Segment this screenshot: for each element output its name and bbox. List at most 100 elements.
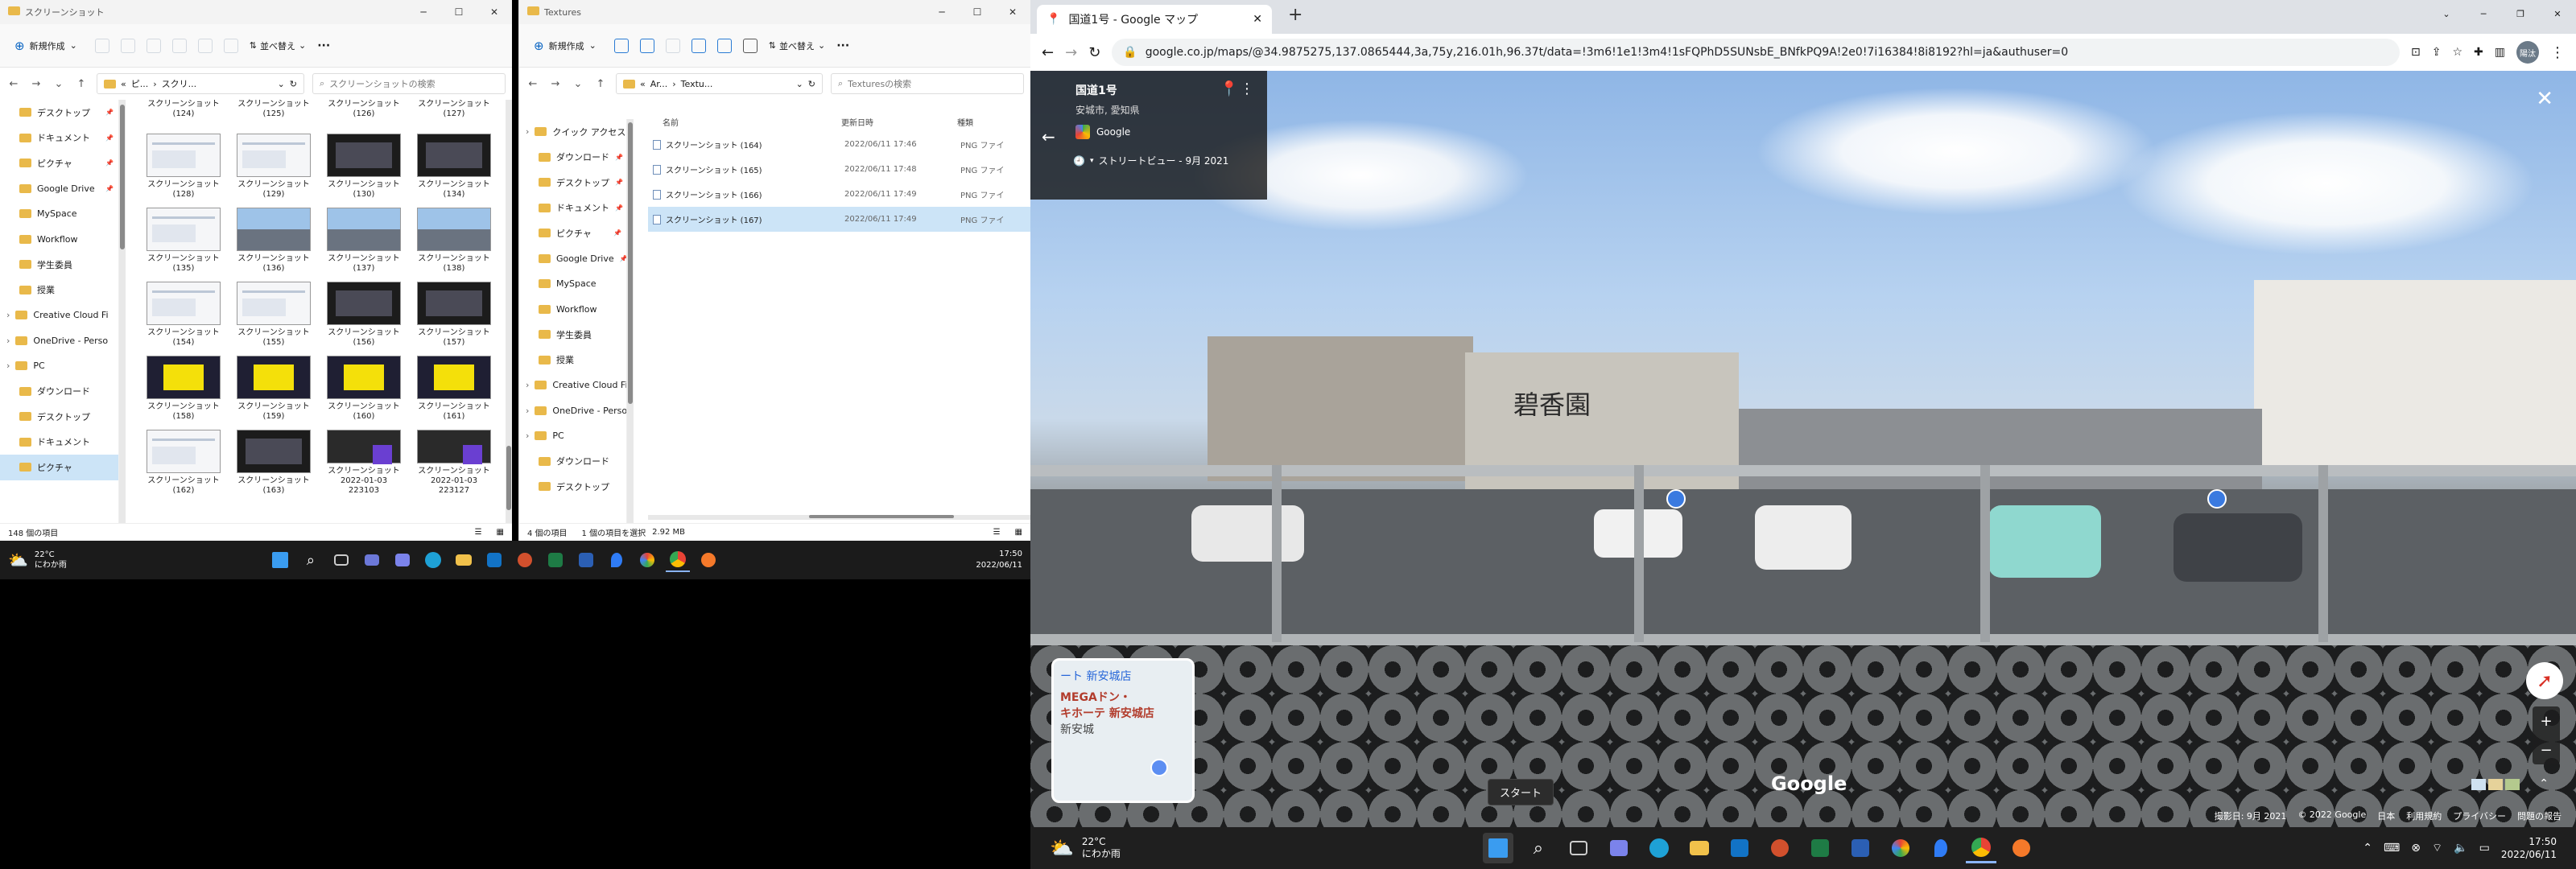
file-thumbnail-item[interactable]: スクリーンショット (134): [409, 129, 499, 200]
sidebar-item[interactable]: デスクトップ: [519, 474, 626, 500]
rename-icon[interactable]: [171, 38, 187, 53]
word-icon[interactable]: [574, 548, 598, 572]
teams-chat-icon[interactable]: [1604, 833, 1634, 863]
chevron-up-icon[interactable]: ⌃: [2363, 842, 2372, 855]
expand-chevron-icon[interactable]: ›: [526, 126, 529, 137]
street-view[interactable]: 碧香園 ← 国道1号 安城市, 愛知県 Google 🕘 ▾ ストリートビュー -…: [1030, 71, 2576, 827]
sidebar-item[interactable]: ピクチャ 📌: [0, 150, 118, 176]
sidebar-item[interactable]: ピクチャ 📌: [519, 220, 626, 246]
sidebar-item[interactable]: ドキュメント 📌: [0, 126, 118, 151]
side-panel-icon[interactable]: ▥: [2495, 46, 2505, 59]
compass-button[interactable]: ➚: [2526, 662, 2563, 699]
refresh-icon[interactable]: ↻: [808, 79, 815, 89]
column-name[interactable]: 名前: [648, 116, 841, 128]
weather-widget[interactable]: ⛅ 22°C にわか雨: [1050, 836, 1121, 860]
task-view-icon[interactable]: [1563, 833, 1594, 863]
back-arrow-icon[interactable]: ←: [1042, 127, 1055, 146]
reload-icon[interactable]: ↻: [1088, 44, 1100, 61]
file-thumbnail-item[interactable]: スクリーンショット (137): [319, 203, 409, 274]
refresh-icon[interactable]: ↻: [290, 79, 297, 89]
sort-button[interactable]: ⇅ 並べ替え ⌄: [769, 39, 825, 52]
weather-widget[interactable]: ⛅ 22°C にわか雨: [8, 550, 67, 570]
outlook-icon[interactable]: [1724, 833, 1755, 863]
file-thumbnail-item[interactable]: スクリーンショット (160): [319, 351, 409, 422]
expand-chevron-icon[interactable]: ›: [526, 406, 529, 416]
sidebar-item[interactable]: Workflow: [0, 227, 118, 253]
expand-chevron-icon[interactable]: ›: [526, 380, 529, 390]
sidebar-item[interactable]: MySpace: [519, 271, 626, 297]
powerpoint-icon[interactable]: [1765, 833, 1795, 863]
file-caption[interactable]: スクリーンショット (126): [319, 100, 409, 126]
file-thumbnail-item[interactable]: スクリーンショット (129): [229, 129, 319, 200]
maps-icon[interactable]: [1926, 833, 1956, 863]
sidebar-item[interactable]: 授業: [519, 348, 626, 373]
list-item[interactable]: スクリーンショット (165) 2022/06/11 17:48 PNG ファイ: [648, 157, 1030, 182]
pin-icon[interactable]: 📍: [1220, 80, 1238, 97]
minimize-button[interactable]: ─: [406, 0, 441, 24]
more-options-button[interactable]: ···: [836, 39, 849, 52]
sidebar-item[interactable]: デスクトップ 📌: [519, 170, 626, 196]
nav-scrollbar[interactable]: [119, 100, 126, 523]
search-box[interactable]: ⌕ Texturesの検索: [831, 73, 1024, 94]
navigation-arrow-icon[interactable]: [1666, 489, 1686, 509]
rename-icon[interactable]: [691, 38, 706, 53]
omnibox[interactable]: 🔒 google.co.jp/maps/@34.9875275,137.0865…: [1112, 39, 2400, 66]
edge-icon[interactable]: [421, 548, 445, 572]
up-arrow-icon[interactable]: ↑: [593, 78, 608, 90]
content-scrollbar[interactable]: [506, 100, 512, 523]
file-thumbnail-item[interactable]: スクリーンショット (154): [138, 277, 229, 348]
tiles-view-icon[interactable]: ▦: [497, 528, 504, 537]
restore-button[interactable]: ❐: [2502, 0, 2539, 27]
file-thumbnail-item[interactable]: スクリーンショット (163): [229, 425, 319, 496]
file-thumbnail-item[interactable]: スクリーンショット (157): [409, 277, 499, 348]
install-app-icon[interactable]: ⊡: [2411, 46, 2421, 59]
app-icon[interactable]: [1885, 833, 1916, 863]
chrome-icon[interactable]: [1965, 833, 1996, 863]
maximize-button[interactable]: ☐: [960, 0, 995, 24]
search-icon[interactable]: ⌕: [299, 548, 323, 572]
list-item[interactable]: スクリーンショット (164) 2022/06/11 17:46 PNG ファイ: [648, 132, 1030, 157]
menu-icon[interactable]: ⋮: [2550, 44, 2565, 61]
delete-icon[interactable]: [223, 38, 238, 53]
close-button[interactable]: ✕: [477, 0, 512, 24]
sidebar-item[interactable]: › PC: [519, 423, 626, 449]
maps-icon[interactable]: [605, 548, 629, 572]
file-thumbnail-item[interactable]: スクリーンショット (130): [319, 129, 409, 200]
new-button[interactable]: ⊕ 新規作成 ⌄: [8, 35, 84, 56]
copy-icon[interactable]: [639, 38, 654, 53]
sidebar-item[interactable]: ピクチャ: [0, 455, 118, 480]
outlook-icon[interactable]: [482, 548, 506, 572]
maximize-button[interactable]: ☐: [441, 0, 477, 24]
share-icon[interactable]: [197, 38, 213, 53]
task-view-icon[interactable]: [329, 548, 353, 572]
teams-chat-icon[interactable]: [390, 548, 415, 572]
minimap[interactable]: ート 新安城店 MEGAドン・ キホーテ 新安城店 新安城: [1051, 658, 1195, 803]
new-button[interactable]: ⊕ 新規作成 ⌄: [527, 35, 603, 56]
minimize-button[interactable]: ─: [2465, 0, 2502, 27]
word-icon[interactable]: [1845, 833, 1876, 863]
paste-icon[interactable]: [146, 38, 161, 53]
nav-scrollbar[interactable]: [627, 119, 634, 523]
search-box[interactable]: ⌕ スクリーンショットの検索: [312, 73, 506, 94]
sidebar-item[interactable]: ダウンロード 📌: [519, 145, 626, 171]
file-caption[interactable]: スクリーンショット (127): [409, 100, 499, 126]
footer-link[interactable]: 利用規約: [2406, 809, 2442, 822]
sidebar-item[interactable]: デスクトップ 📌: [0, 100, 118, 126]
column-date[interactable]: 更新日時: [841, 116, 957, 128]
paste-icon[interactable]: [665, 38, 680, 53]
file-thumbnail-item[interactable]: スクリーンショット (128): [138, 129, 229, 200]
file-explorer-icon[interactable]: [1684, 833, 1715, 863]
file-thumbnail-item[interactable]: スクリーンショット (156): [319, 277, 409, 348]
expand-icon[interactable]: ⌃: [2539, 777, 2549, 790]
expand-chevron-icon[interactable]: ›: [6, 360, 10, 371]
horizontal-scrollbar[interactable]: [648, 515, 1030, 520]
cut-icon[interactable]: [94, 38, 109, 53]
expand-chevron-icon[interactable]: ›: [6, 336, 10, 346]
recent-chevron-icon[interactable]: ⌄: [571, 78, 585, 90]
sidebar-item[interactable]: Google Drive 📌: [0, 176, 118, 202]
sidebar-item[interactable]: ダウンロード: [519, 449, 626, 475]
close-street-view-icon[interactable]: ✕: [2536, 87, 2553, 111]
chrome-icon[interactable]: [665, 548, 690, 572]
file-explorer-icon[interactable]: [452, 548, 476, 572]
file-thumbnail-item[interactable]: スクリーンショット (155): [229, 277, 319, 348]
